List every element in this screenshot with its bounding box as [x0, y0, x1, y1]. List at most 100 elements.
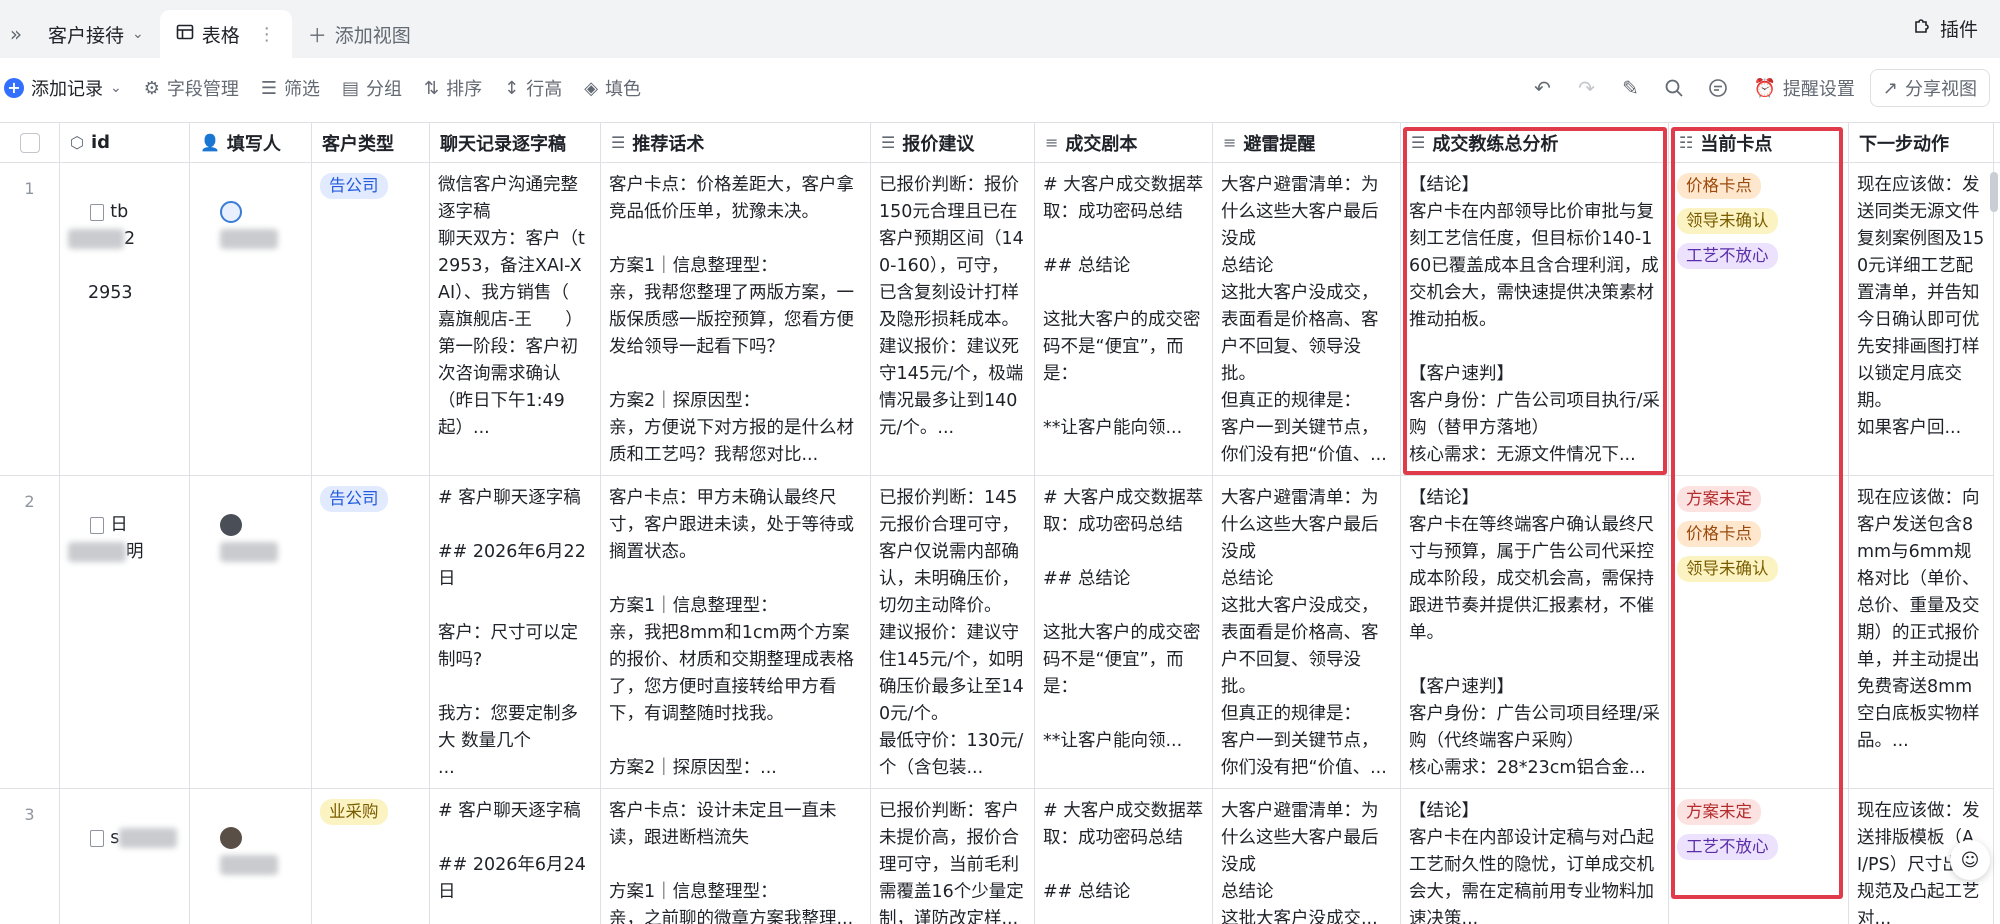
cell-pitfall-reminder[interactable]: 大客户避雷清单：为什么这些大客户最后没成 总结论 这批大客户没成交...: [1213, 789, 1401, 924]
share-view-label: 分享视图: [1905, 79, 1977, 100]
cell-current-blocker[interactable]: 方案未定 工艺不放心: [1669, 789, 1849, 924]
share-icon: ↗: [1882, 77, 1898, 99]
cell-deal-script[interactable]: # 大客户成交数据萃取：成功密码总结 ## 总结论 ...: [1035, 789, 1213, 924]
cell-deal-coach-summary[interactable]: 【结论】 客户卡在等终端客户确认最终尺寸与预算，属于广告公司代采控成本阶段，成交…: [1401, 476, 1669, 789]
header-recommended-script[interactable]: ☰ 推荐话术: [601, 123, 871, 163]
cell-current-blocker[interactable]: 方案未定 价格卡点 领导未确认: [1669, 476, 1849, 789]
header-next-action[interactable]: 下一步动作: [1849, 123, 1994, 163]
id-suffix: 明: [126, 542, 144, 562]
chevron-down-icon[interactable]: ⌄: [132, 26, 144, 42]
cell-id[interactable]: s: [60, 789, 190, 924]
redo-icon[interactable]: ↷: [1566, 68, 1606, 108]
header-blocker-label: 当前卡点: [1700, 133, 1773, 155]
undo-icon[interactable]: ↶: [1522, 68, 1562, 108]
cell-customer-type[interactable]: 业采购: [312, 789, 430, 924]
cell-id[interactable]: 日明: [60, 476, 190, 789]
plugin-button[interactable]: 插件: [1912, 15, 1978, 42]
vertical-scrollbar[interactable]: [1990, 172, 1998, 212]
search-icon[interactable]: [1654, 68, 1694, 108]
cell-customer-type[interactable]: 告公司: [312, 476, 430, 789]
blocker-tag: 价格卡点: [1677, 173, 1761, 199]
alarm-icon: ⏰: [1753, 77, 1776, 99]
header-deal-coach-summary[interactable]: ☰ 成交教练总分析: [1401, 123, 1669, 163]
filter-label: 筛选: [284, 79, 321, 100]
cell-filler[interactable]: [190, 163, 312, 476]
group-button[interactable]: ▤ 分组: [331, 75, 413, 101]
form-edit-icon[interactable]: ✎: [1610, 68, 1650, 108]
header-deal-script[interactable]: ≡ 成交剧本: [1035, 123, 1213, 163]
cell-next-action[interactable]: 现在应该做：发送同类无源文件复刻案例图及150元详细工艺配置清单，并告知今日确认…: [1849, 163, 1994, 476]
add-circle-icon: +: [4, 78, 24, 98]
tab-customer-reception[interactable]: 客户接待 ⌄: [32, 10, 160, 58]
cell-quote-advice[interactable]: 已报价判断：报价150元合理且已在客户预期区间（140-160），可守，已含复刻…: [871, 163, 1035, 476]
cube-icon: ⬡: [70, 133, 84, 152]
header-next-label: 下一步动作: [1859, 133, 1949, 155]
cell-customer-type[interactable]: 告公司: [312, 163, 430, 476]
redacted-name: [220, 855, 279, 875]
group-icon: ▤: [342, 77, 360, 99]
cell-chat-transcript[interactable]: 微信客户沟通完整逐字稿 聊天双方：客户（t 2953，备注XAI-XAI）、我方…: [430, 163, 601, 476]
customer-type-tag: 告公司: [320, 173, 388, 199]
header-pitfall-reminder[interactable]: ≡ 避雷提醒: [1213, 123, 1401, 163]
cell-filler[interactable]: [190, 789, 312, 924]
share-view-button[interactable]: ↗ 分享视图: [1869, 69, 1990, 107]
puzzle-icon: [1912, 16, 1932, 41]
cell-chat-transcript[interactable]: # 客户聊天逐字稿 ## 2026年6月22日 客户：尺寸可以定制吗? 我方：您…: [430, 476, 601, 789]
header-id[interactable]: ⬡ id: [60, 123, 190, 163]
sort-button[interactable]: ⇅ 排序: [413, 75, 493, 101]
person-icon: 👤: [200, 133, 220, 152]
fill-color-button[interactable]: ◈ 填色: [573, 75, 652, 101]
comment-icon[interactable]: [1698, 68, 1738, 108]
cell-pitfall-reminder[interactable]: 大客户避雷清单：为什么这些大客户最后没成 总结论 这批大客户没成交，表面看是价格…: [1213, 163, 1401, 476]
header-filler[interactable]: 👤 填写人: [190, 123, 312, 163]
cell-deal-coach-summary[interactable]: 【结论】 客户卡在内部领导比价审批与复刻工艺信任度，但目标价140-160已覆盖…: [1401, 163, 1669, 476]
gear-icon: ⚙: [143, 77, 160, 99]
id-suffix: 2: [124, 229, 136, 249]
cell-id[interactable]: tb 2 2953: [60, 163, 190, 476]
assistant-bot-icon[interactable]: ☺: [1950, 840, 1990, 880]
cell-recommended-script[interactable]: 客户卡点：设计未定且一直未读，跟进断档流失 方案1｜信息整理型： 亲，之前聊的微…: [601, 789, 871, 924]
tab-customer-reception-label: 客户接待: [48, 24, 125, 47]
filter-button[interactable]: ☰ 筛选: [250, 75, 331, 101]
tab-table-view[interactable]: 表格 ⋮: [159, 10, 292, 58]
select-all-checkbox[interactable]: [19, 132, 40, 153]
text-icon: ≡: [1045, 133, 1059, 152]
header-select-all[interactable]: [0, 123, 60, 163]
cell-current-blocker[interactable]: 价格卡点 领导未确认 工艺不放心: [1669, 163, 1849, 476]
row-height-button[interactable]: ↕ 行高: [493, 75, 573, 101]
add-record-button[interactable]: + 添加记录 ⌄: [0, 75, 133, 101]
ai-text-icon: ☰: [611, 133, 626, 152]
cell-next-action[interactable]: 现在应该做：向客户发送包含8mm与6mm规格对比（单价、总价、重量及交期）的正式…: [1849, 476, 1994, 789]
double-chevron-right-icon[interactable]: »: [0, 10, 32, 58]
cell-recommended-script[interactable]: 客户卡点：甲方未确认最终尺寸，客户跟进未读，处于等待或搁置状态。 方案1｜信息整…: [601, 476, 871, 789]
cell-filler[interactable]: [190, 476, 312, 789]
header-current-blocker[interactable]: ☷ 当前卡点: [1669, 123, 1849, 163]
cell-recommended-script[interactable]: 客户卡点：价格差距大，客户拿竞品低价压单，犹豫未决。 方案1｜信息整理型： 亲，…: [601, 163, 871, 476]
cell-chat-transcript[interactable]: # 客户聊天逐字稿 ## 2026年6月24日: [430, 789, 601, 924]
table-row-index[interactable]: 1: [0, 163, 60, 476]
header-quote-advice[interactable]: ☰ 报价建议: [871, 123, 1035, 163]
document-icon: [90, 516, 105, 534]
reminder-settings-button[interactable]: ⏰ 提醒设置: [1742, 75, 1865, 101]
cell-quote-advice[interactable]: 已报价判断：客户未提价高，报价合理可守，当前毛利需覆盖16个少量定制，谨防改定样…: [871, 789, 1035, 924]
header-pitfall-label: 避雷提醒: [1243, 133, 1316, 155]
chevron-down-icon[interactable]: ⌄: [110, 80, 122, 96]
avatar: [220, 201, 243, 223]
table-row-index[interactable]: 3: [0, 789, 60, 924]
header-customer-type[interactable]: 客户类型: [312, 123, 430, 163]
table-row-index[interactable]: 2: [0, 476, 60, 789]
ai-tag-icon: ☷: [1679, 133, 1694, 152]
field-manage-button[interactable]: ⚙ 字段管理: [133, 75, 250, 101]
cell-quote-advice[interactable]: 已报价判断：145元报价合理可守，客户仅说需内部确认，未明确压价，切勿主动降价。…: [871, 476, 1035, 789]
plugin-label: 插件: [1939, 19, 1978, 41]
add-view-button[interactable]: ＋ 添加视图: [292, 10, 427, 58]
cell-deal-coach-summary[interactable]: 【结论】 客户卡在内部设计定稿与对凸起工艺耐久性的隐忧，订单成交机会大，需在定稿…: [1401, 789, 1669, 924]
cell-pitfall-reminder[interactable]: 大客户避雷清单：为什么这些大客户最后没成 总结论 这批大客户没成交，表面看是价格…: [1213, 476, 1401, 789]
more-vertical-icon[interactable]: ⋮: [258, 24, 276, 45]
cell-deal-script[interactable]: # 大客户成交数据萃取：成功密码总结 ## 总结论 这批大客户的成交密码不是“便…: [1035, 163, 1213, 476]
header-quote-label: 报价建议: [902, 133, 975, 155]
field-manage-label: 字段管理: [166, 79, 239, 100]
header-chat-transcript[interactable]: 聊天记录逐字稿: [430, 123, 601, 163]
plus-icon: ＋: [307, 24, 327, 47]
cell-deal-script[interactable]: # 大客户成交数据萃取：成功密码总结 ## 总结论 这批大客户的成交密码不是“便…: [1035, 476, 1213, 789]
